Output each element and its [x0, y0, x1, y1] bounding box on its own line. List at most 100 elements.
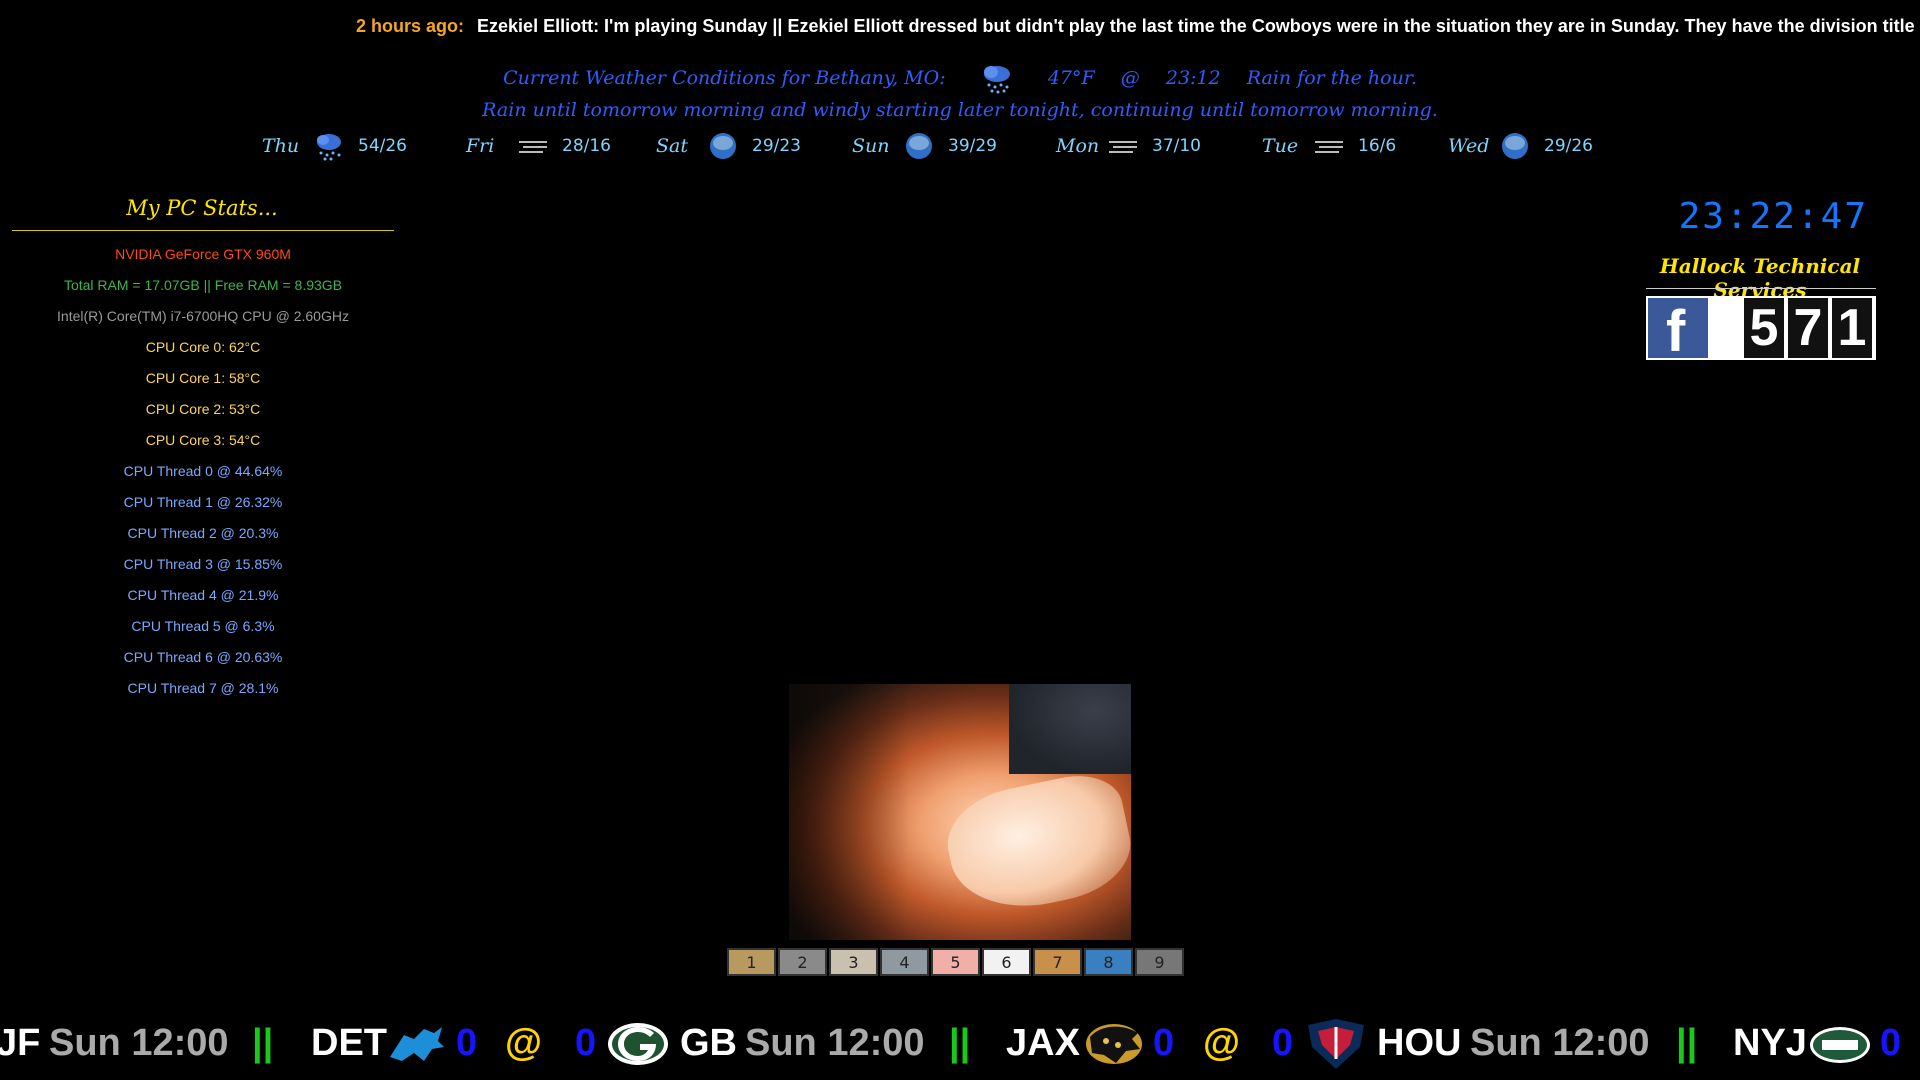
facebook-like-counter[interactable]: f 5 7 1: [1646, 296, 1876, 362]
forecast-day-wed: Wed 29/26: [1448, 130, 1593, 162]
forecast-temps: 39/29: [948, 136, 997, 156]
forecast-temps: 16/6: [1358, 136, 1397, 156]
gpu-name: NVIDIA GeForce GTX 960M: [115, 246, 291, 262]
weather-temp: 47°F: [1047, 67, 1095, 89]
cpu-thread-load: CPU Thread 3 @ 15.85%: [123, 556, 283, 572]
video-player[interactable]: [789, 684, 1131, 940]
wind-icon: [1104, 130, 1142, 162]
game-time: Sun 12:00: [1470, 1022, 1650, 1064]
cpu-thread-load: CPU Thread 6 @ 20.63%: [123, 649, 283, 665]
rain-cloud-icon: [310, 130, 348, 162]
facebook-icon: f: [1648, 298, 1708, 362]
facebook-logo-letter: f: [1666, 299, 1686, 364]
forecast-day-fri: Fri 28/16: [466, 130, 611, 162]
game-time: Sun 12:00: [49, 1022, 229, 1064]
film-frame-button[interactable]: 4: [880, 948, 929, 976]
forecast-day-name: Sun: [852, 135, 890, 157]
company-divider: [1646, 288, 1876, 289]
cpu-thread-load: CPU Thread 7 @ 28.1%: [127, 680, 279, 696]
forecast-day-name: Mon: [1056, 135, 1100, 157]
score-team-fragment: JF: [0, 1022, 41, 1064]
wind-icon: [1310, 130, 1348, 162]
forecast-day-tue: Tue 16/6: [1262, 130, 1396, 162]
counter-digits: 5 7 1: [1744, 298, 1872, 358]
video-frame-vignette: [789, 684, 909, 940]
film-frame-button[interactable]: 2: [778, 948, 827, 976]
weather-label: Current Weather Conditions for Bethany, …: [503, 67, 946, 89]
film-frame-button[interactable]: 6: [982, 948, 1031, 976]
forecast-day-sun: Sun 39/29: [852, 130, 997, 162]
weather-at: @: [1120, 67, 1140, 89]
forecast-strip: Thu 54/26 Fri 28/16 Sat 29/23 Sun 39/29 …: [262, 130, 1662, 164]
film-frame-button[interactable]: 1: [727, 948, 776, 976]
jaguars-logo-icon: [1082, 1019, 1146, 1069]
film-frame-button[interactable]: 5: [931, 948, 980, 976]
team-score: 0: [1272, 1022, 1294, 1064]
packers-logo-icon: [606, 1021, 670, 1067]
cpu-thread-load: CPU Thread 1 @ 26.32%: [123, 494, 283, 510]
forecast-day-name: Thu: [262, 135, 300, 157]
film-frame-button[interactable]: 7: [1033, 948, 1082, 976]
counter-digit: 1: [1832, 298, 1872, 358]
forecast-day-name: Wed: [1448, 135, 1490, 157]
news-headline: Ezekiel Elliott: I'm playing Sunday || E…: [477, 16, 1920, 36]
forecast-day-name: Fri: [466, 135, 495, 157]
rain-cloud-icon: [980, 62, 1014, 94]
team-score: 0: [1880, 1022, 1902, 1064]
score-separator: ||: [949, 1022, 971, 1064]
game-time: Sun 12:00: [745, 1022, 925, 1064]
cpu-core-temp: CPU Core 0: 62°C: [145, 339, 261, 355]
film-frame-button[interactable]: 3: [829, 948, 878, 976]
jets-logo-icon: [1808, 1025, 1872, 1065]
cloud-icon: [900, 130, 938, 162]
company-name: Hallock Technical Services: [1659, 254, 1861, 302]
cpu-core-temp: CPU Core 2: 53°C: [145, 401, 261, 417]
score-separator: ||: [1676, 1022, 1698, 1064]
texans-logo-icon: [1304, 1017, 1368, 1071]
team-abbr: HOU: [1377, 1022, 1462, 1064]
lions-logo-icon: [384, 1023, 448, 1067]
cpu-thread-load: CPU Thread 0 @ 44.64%: [123, 463, 283, 479]
forecast-temps: 28/16: [562, 136, 611, 156]
ram-info: Total RAM = 17.07GB || Free RAM = 8.93GB: [63, 277, 343, 293]
news-ticker: 2 hours ago: Ezekiel Elliott: I'm playin…: [0, 16, 1920, 42]
forecast-temps: 29/26: [1544, 136, 1593, 156]
cpu-core-temp: CPU Core 1: 58°C: [145, 370, 261, 386]
cpu-core-temp: CPU Core 3: 54°C: [145, 432, 261, 448]
weather-time: 23:12: [1165, 67, 1221, 89]
team-score: 0: [456, 1022, 478, 1064]
film-strip: 1 2 3 4 5 6 7 8 9: [727, 948, 1184, 976]
film-frame-button[interactable]: 8: [1084, 948, 1133, 976]
scores-ticker: JF Sun 12:00 || DET 0 @ 0 GB Sun 12:00 |…: [0, 1015, 1920, 1075]
forecast-day-mon: Mon 37/10: [1056, 130, 1201, 162]
news-timestamp: 2 hours ago:: [356, 16, 465, 36]
weather-hour-summary: Rain for the hour.: [1246, 67, 1417, 89]
team-abbr: JAX: [1006, 1022, 1080, 1064]
video-frame-shadow: [1009, 684, 1131, 774]
cpu-thread-load: CPU Thread 5 @ 6.3%: [131, 618, 275, 634]
cloud-icon: [704, 130, 742, 162]
at-symbol: @: [505, 1022, 543, 1064]
video-frame-subject: [938, 766, 1131, 922]
film-frame-button[interactable]: 9: [1135, 948, 1184, 976]
team-abbr: GB: [680, 1022, 737, 1064]
cpu-thread-load: CPU Thread 4 @ 21.9%: [127, 587, 279, 603]
team-abbr: NYJ: [1733, 1022, 1807, 1064]
at-symbol: @: [1203, 1022, 1241, 1064]
current-weather: Current Weather Conditions for Bethany, …: [0, 62, 1920, 94]
forecast-day-sat: Sat 29/23: [656, 130, 801, 162]
cpu-name: Intel(R) Core(TM) i7-6700HQ CPU @ 2.60GH…: [57, 308, 349, 324]
wind-icon: [514, 130, 552, 162]
stats-list: NVIDIA GeForce GTX 960M Total RAM = 17.0…: [12, 244, 394, 709]
counter-digit: 5: [1744, 298, 1784, 358]
cpu-thread-load: CPU Thread 2 @ 20.3%: [127, 525, 279, 541]
forecast-day-name: Sat: [656, 135, 688, 157]
team-abbr: DET: [311, 1022, 387, 1064]
cloud-icon: [1496, 130, 1534, 162]
forecast-day-thu: Thu 54/26: [262, 130, 407, 162]
stats-divider: [12, 230, 394, 231]
digital-clock: 23:22:47: [1678, 196, 1868, 237]
forecast-temps: 29/23: [752, 136, 801, 156]
forecast-day-name: Tue: [1262, 135, 1299, 157]
team-score: 0: [1153, 1022, 1175, 1064]
